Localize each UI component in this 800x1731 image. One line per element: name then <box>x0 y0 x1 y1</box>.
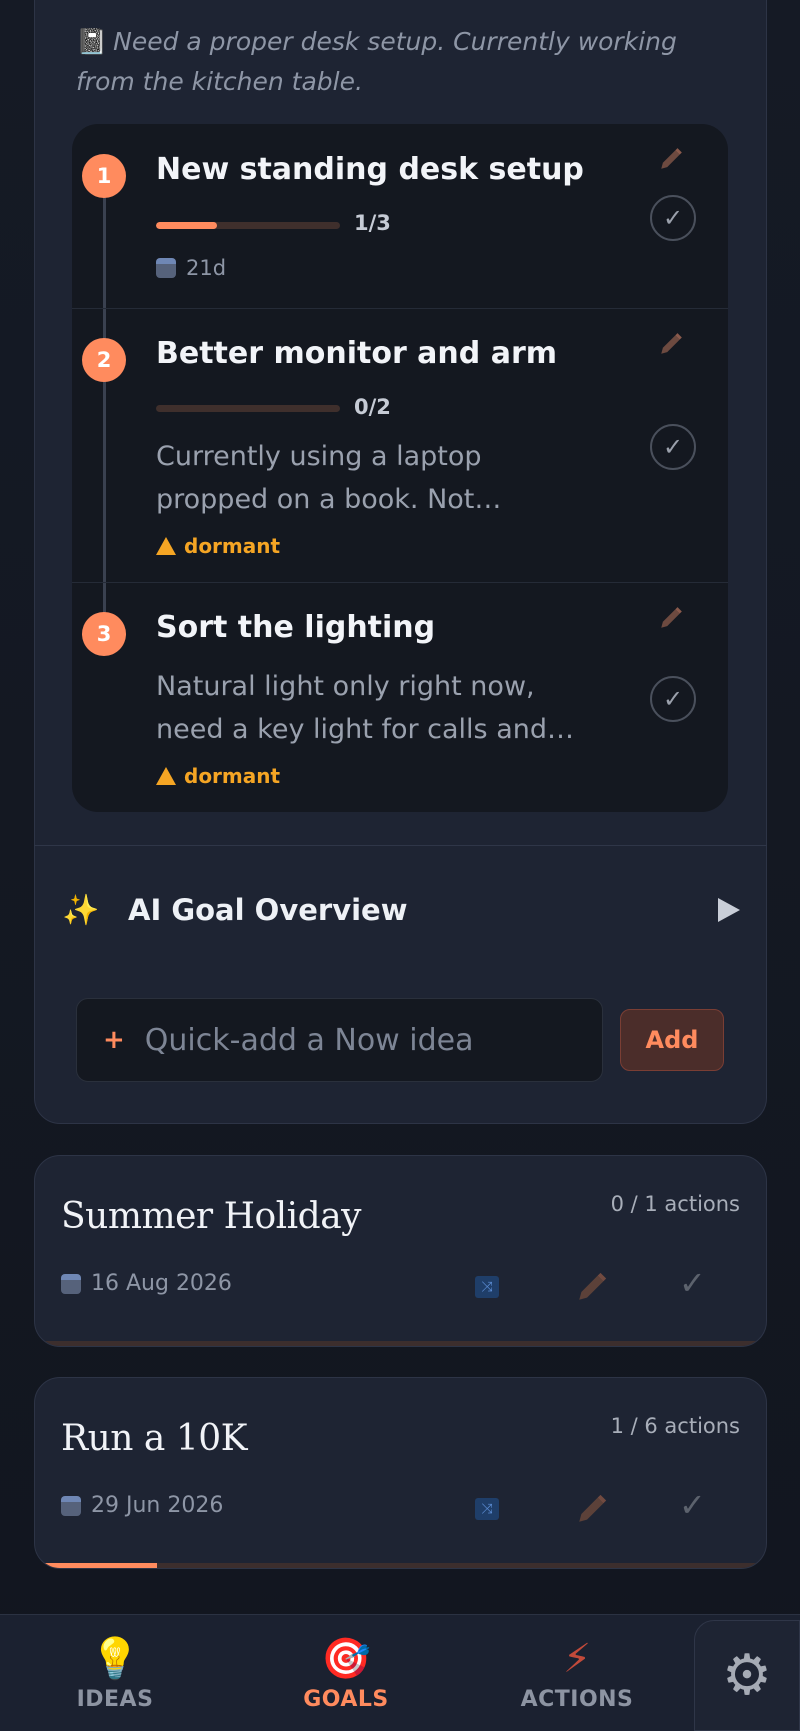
nav-item-ideas[interactable]: 💡 IDEAS <box>15 1615 215 1731</box>
dormant-label: dormant <box>184 534 281 558</box>
ai-overview-label: AI Goal Overview <box>128 893 408 927</box>
goal-date: 16 Aug 2026 <box>61 1271 232 1296</box>
action-due-text: 21d <box>186 256 227 280</box>
nav-label: ACTIONS <box>520 1687 634 1712</box>
edit-pencil-icon[interactable] <box>575 1492 609 1526</box>
dormant-label: dormant <box>184 764 281 788</box>
quick-add-input[interactable] <box>144 1022 585 1058</box>
step-badge: 2 <box>82 338 126 382</box>
action-item[interactable]: 3 Sort the lighting Natural light only r… <box>72 583 728 812</box>
quick-add-field[interactable]: + <box>76 998 603 1082</box>
sparkles-icon: ✨ <box>62 892 100 928</box>
goal-card[interactable]: Run a 10K 1 / 6 actions 29 Jun 2026 ⤨ ✓ <box>34 1377 767 1569</box>
calendar-icon <box>61 1273 81 1294</box>
action-progress-count: 0/2 <box>354 395 391 419</box>
action-progress-fill <box>156 222 218 229</box>
action-description: Natural light only right now, need a key… <box>156 671 574 745</box>
step-badge: 1 <box>82 154 126 198</box>
expand-play-icon <box>718 898 740 922</box>
goal-progress-bar <box>35 1563 766 1568</box>
goal-progress-bar <box>35 1341 766 1346</box>
complete-check-icon[interactable]: ✓ <box>679 1264 706 1302</box>
settings-button[interactable]: ⚙ <box>694 1620 800 1731</box>
add-button[interactable]: Add <box>620 1009 724 1071</box>
goal-card[interactable]: Summer Holiday 0 / 1 actions 16 Aug 2026… <box>34 1155 767 1347</box>
action-due: 21d <box>156 256 226 280</box>
notebook-icon: 📓 <box>76 27 108 56</box>
goal-title: Summer Holiday <box>61 1196 362 1237</box>
goal-progress-fill <box>35 1563 157 1568</box>
edit-pencil-icon[interactable] <box>658 146 684 172</box>
calendar-icon <box>61 1495 81 1516</box>
goal-date-text: 29 Jun 2026 <box>91 1493 224 1518</box>
action-progress-bar <box>156 405 340 412</box>
complete-check-button[interactable]: ✓ <box>650 676 696 722</box>
nav-label: IDEAS <box>76 1687 154 1712</box>
nav-item-goals[interactable]: 🎯 GOALS <box>246 1615 446 1731</box>
lightning-icon: ⚡ <box>562 1636 592 1682</box>
action-progress-bar <box>156 222 340 229</box>
goal-title: Run a 10K <box>61 1418 248 1459</box>
gear-icon: ⚙ <box>721 1643 773 1708</box>
edit-pencil-icon[interactable] <box>575 1270 609 1304</box>
edit-pencil-icon[interactable] <box>658 605 684 631</box>
goal-actions-count: 0 / 1 actions <box>610 1192 740 1216</box>
action-item[interactable]: 1 New standing desk setup 1/3 21d ✓ <box>72 124 728 309</box>
dormant-badge: dormant <box>156 534 280 558</box>
goal-note-text: Need a proper desk setup. Currently work… <box>76 27 677 96</box>
goal-date: 29 Jun 2026 <box>61 1493 223 1518</box>
complete-check-button[interactable]: ✓ <box>650 424 696 470</box>
lightbulb-icon: 💡 <box>90 1636 140 1682</box>
edit-pencil-icon[interactable] <box>658 331 684 357</box>
ai-goal-overview-toggle[interactable]: ✨ AI Goal Overview <box>62 886 742 934</box>
step-badge: 3 <box>82 612 126 656</box>
goal-actions-count: 1 / 6 actions <box>610 1414 740 1438</box>
target-icon: 🎯 <box>321 1636 371 1682</box>
goal-date-text: 16 Aug 2026 <box>91 1271 232 1296</box>
action-title: New standing desk setup <box>156 152 584 187</box>
shuffle-icon[interactable]: ⤨ <box>475 1498 499 1520</box>
complete-check-button[interactable]: ✓ <box>650 195 696 241</box>
action-item[interactable]: 2 Better monitor and arm 0/2 Currently u… <box>72 309 728 583</box>
calendar-icon <box>156 258 176 278</box>
shuffle-icon[interactable]: ⤨ <box>475 1276 499 1298</box>
nav-label: GOALS <box>303 1687 389 1712</box>
complete-check-icon[interactable]: ✓ <box>679 1486 706 1524</box>
card-divider <box>34 845 767 846</box>
goal-note: 📓 Need a proper desk setup. Currently wor… <box>76 22 716 102</box>
action-progress-count: 1/3 <box>354 211 391 235</box>
action-title: Sort the lighting <box>156 610 436 645</box>
bottom-nav: 💡 IDEAS 🎯 GOALS ⚡ ACTIONS <box>0 1614 800 1731</box>
action-description: Currently using a laptop propped on a bo… <box>156 441 502 515</box>
action-title: Better monitor and arm <box>156 336 558 371</box>
warning-icon <box>156 537 176 555</box>
nav-item-actions[interactable]: ⚡ ACTIONS <box>477 1615 677 1731</box>
dormant-badge: dormant <box>156 764 280 788</box>
plus-icon: + <box>103 1025 125 1055</box>
warning-icon <box>156 767 176 785</box>
